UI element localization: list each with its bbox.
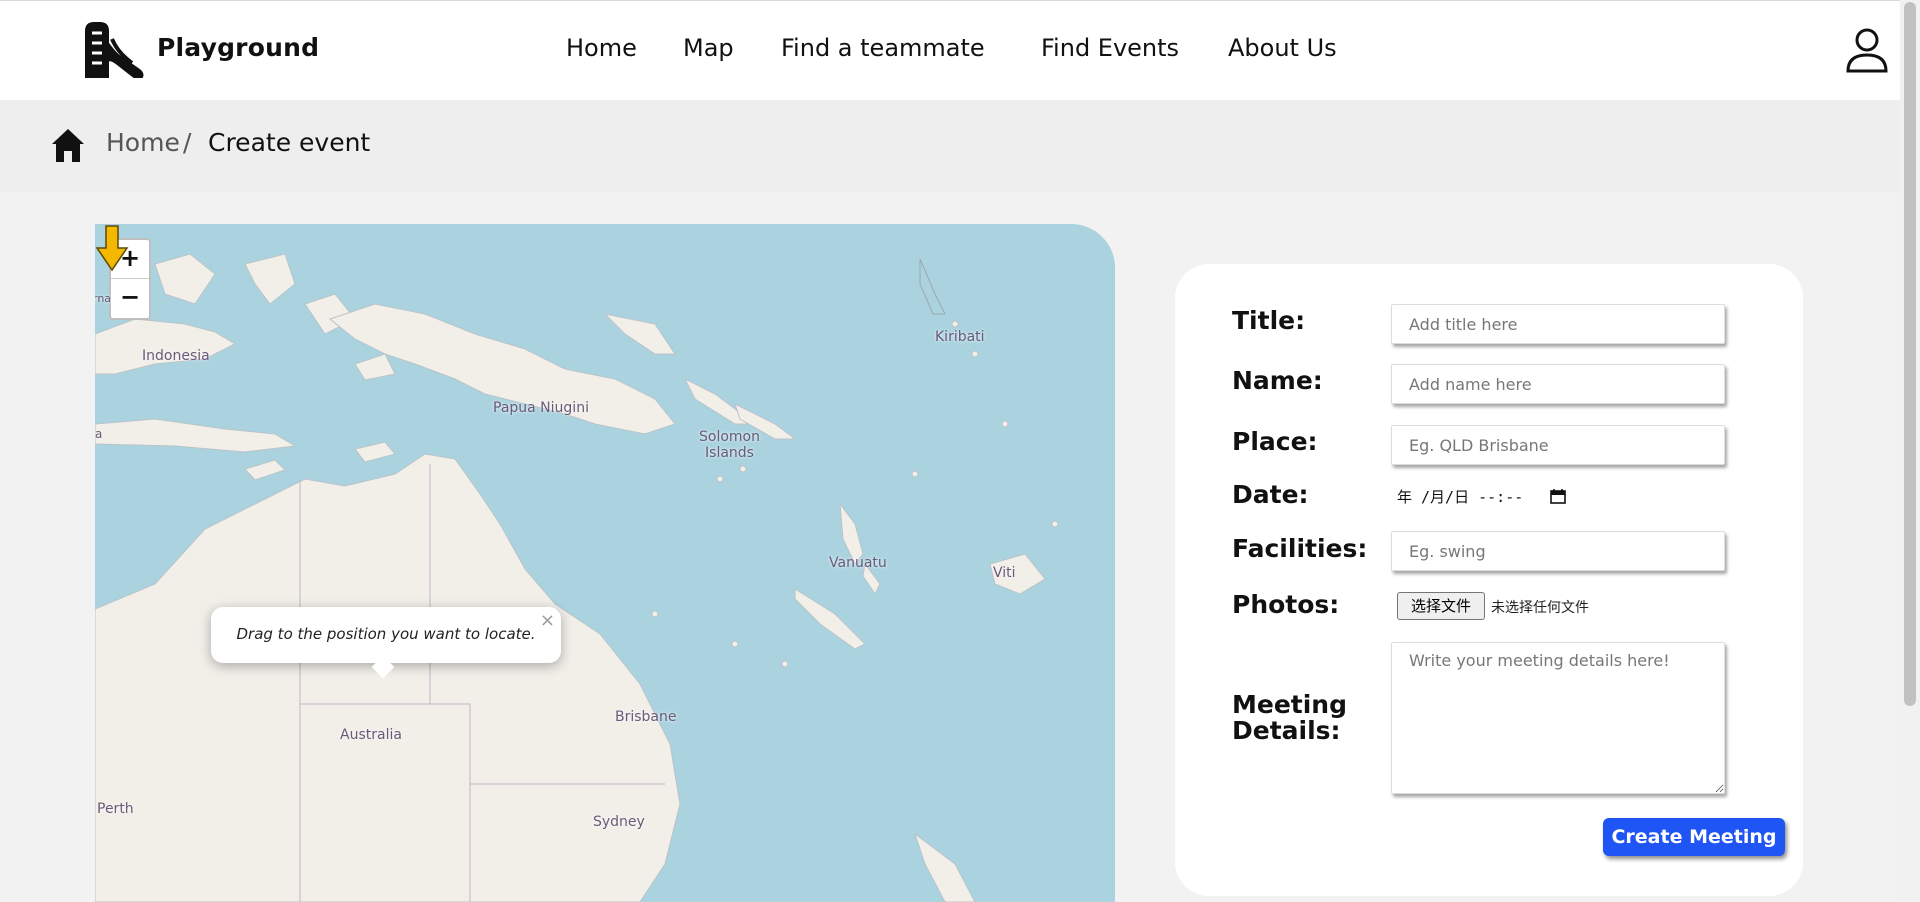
map-label-edge: a (95, 427, 103, 441)
breadcrumb-separator: / (183, 128, 192, 157)
facilities-label: Facilities: (1232, 534, 1368, 563)
date-label: Date: (1232, 480, 1309, 509)
meeting-details-textarea[interactable] (1391, 642, 1725, 794)
create-event-form: Title: Name: Place: Date: 年 /月/日 --:-- F… (1175, 264, 1803, 896)
map-label-australia: Australia (340, 727, 402, 743)
breadcrumb-current: Create event (208, 128, 371, 157)
page-scrollbar[interactable] (1900, 0, 1920, 902)
close-icon[interactable]: × (540, 610, 555, 631)
meeting-details-label-line1: Meeting (1232, 690, 1348, 719)
map-label-vanuatu: Vanuatu (829, 555, 887, 571)
map-label-kiribati: Kiribati (935, 329, 985, 345)
map-label-edge: rna (95, 292, 112, 305)
choose-file-button[interactable]: 选择文件 (1397, 592, 1485, 620)
scrollbar-thumb[interactable] (1904, 2, 1916, 706)
nav-find-events[interactable]: Find Events (1041, 34, 1179, 62)
map-label-fiji: Viti (993, 565, 1016, 581)
facilities-input[interactable] (1391, 531, 1725, 571)
home-icon[interactable] (50, 126, 86, 164)
map-popup: Drag to the position you want to locate.… (211, 607, 561, 679)
photos-label: Photos: (1232, 590, 1340, 619)
place-input[interactable] (1391, 425, 1725, 465)
meeting-details-label-line2: Details: (1232, 716, 1341, 745)
popup-text: Drag to the position you want to locate. (236, 625, 536, 643)
map-label-papua: Papua Niugini (493, 400, 589, 416)
map-tiles (95, 224, 1115, 902)
nav-about-us[interactable]: About Us (1228, 34, 1337, 62)
zoom-out-button[interactable]: − (111, 279, 149, 317)
place-label: Place: (1232, 427, 1318, 456)
breadcrumb: Home / Create event (0, 100, 1900, 192)
location-marker-icon[interactable] (95, 224, 129, 272)
name-label: Name: (1232, 366, 1323, 395)
file-status: 未选择任何文件 (1491, 600, 1589, 616)
map-label-perth: Perth (97, 801, 134, 817)
create-meeting-button[interactable]: Create Meeting (1603, 818, 1785, 856)
map-label-solomon: Solomon Islands (699, 429, 760, 461)
top-navbar: Playground Home Map Find a teammate Find… (0, 0, 1900, 101)
title-label: Title: (1232, 306, 1306, 335)
main-nav: Home Map Find a teammate Find Events Abo… (0, 34, 1900, 66)
meeting-details-label: Meeting Details: (1232, 692, 1347, 744)
name-input[interactable] (1391, 364, 1725, 404)
nav-map[interactable]: Map (683, 34, 734, 62)
map-label-indonesia: Indonesia (142, 348, 210, 364)
title-input[interactable] (1391, 304, 1725, 344)
breadcrumb-home[interactable]: Home (106, 128, 180, 157)
nav-home[interactable]: Home (566, 34, 637, 62)
location-map[interactable]: + − Indonesia Papua Niugini Solomon Isla… (95, 224, 1115, 902)
user-profile-icon[interactable] (1845, 27, 1889, 73)
map-label-sydney: Sydney (593, 814, 645, 830)
calendar-icon[interactable] (1550, 488, 1566, 504)
nav-find-teammate[interactable]: Find a teammate (781, 34, 985, 62)
map-label-brisbane: Brisbane (615, 709, 677, 725)
